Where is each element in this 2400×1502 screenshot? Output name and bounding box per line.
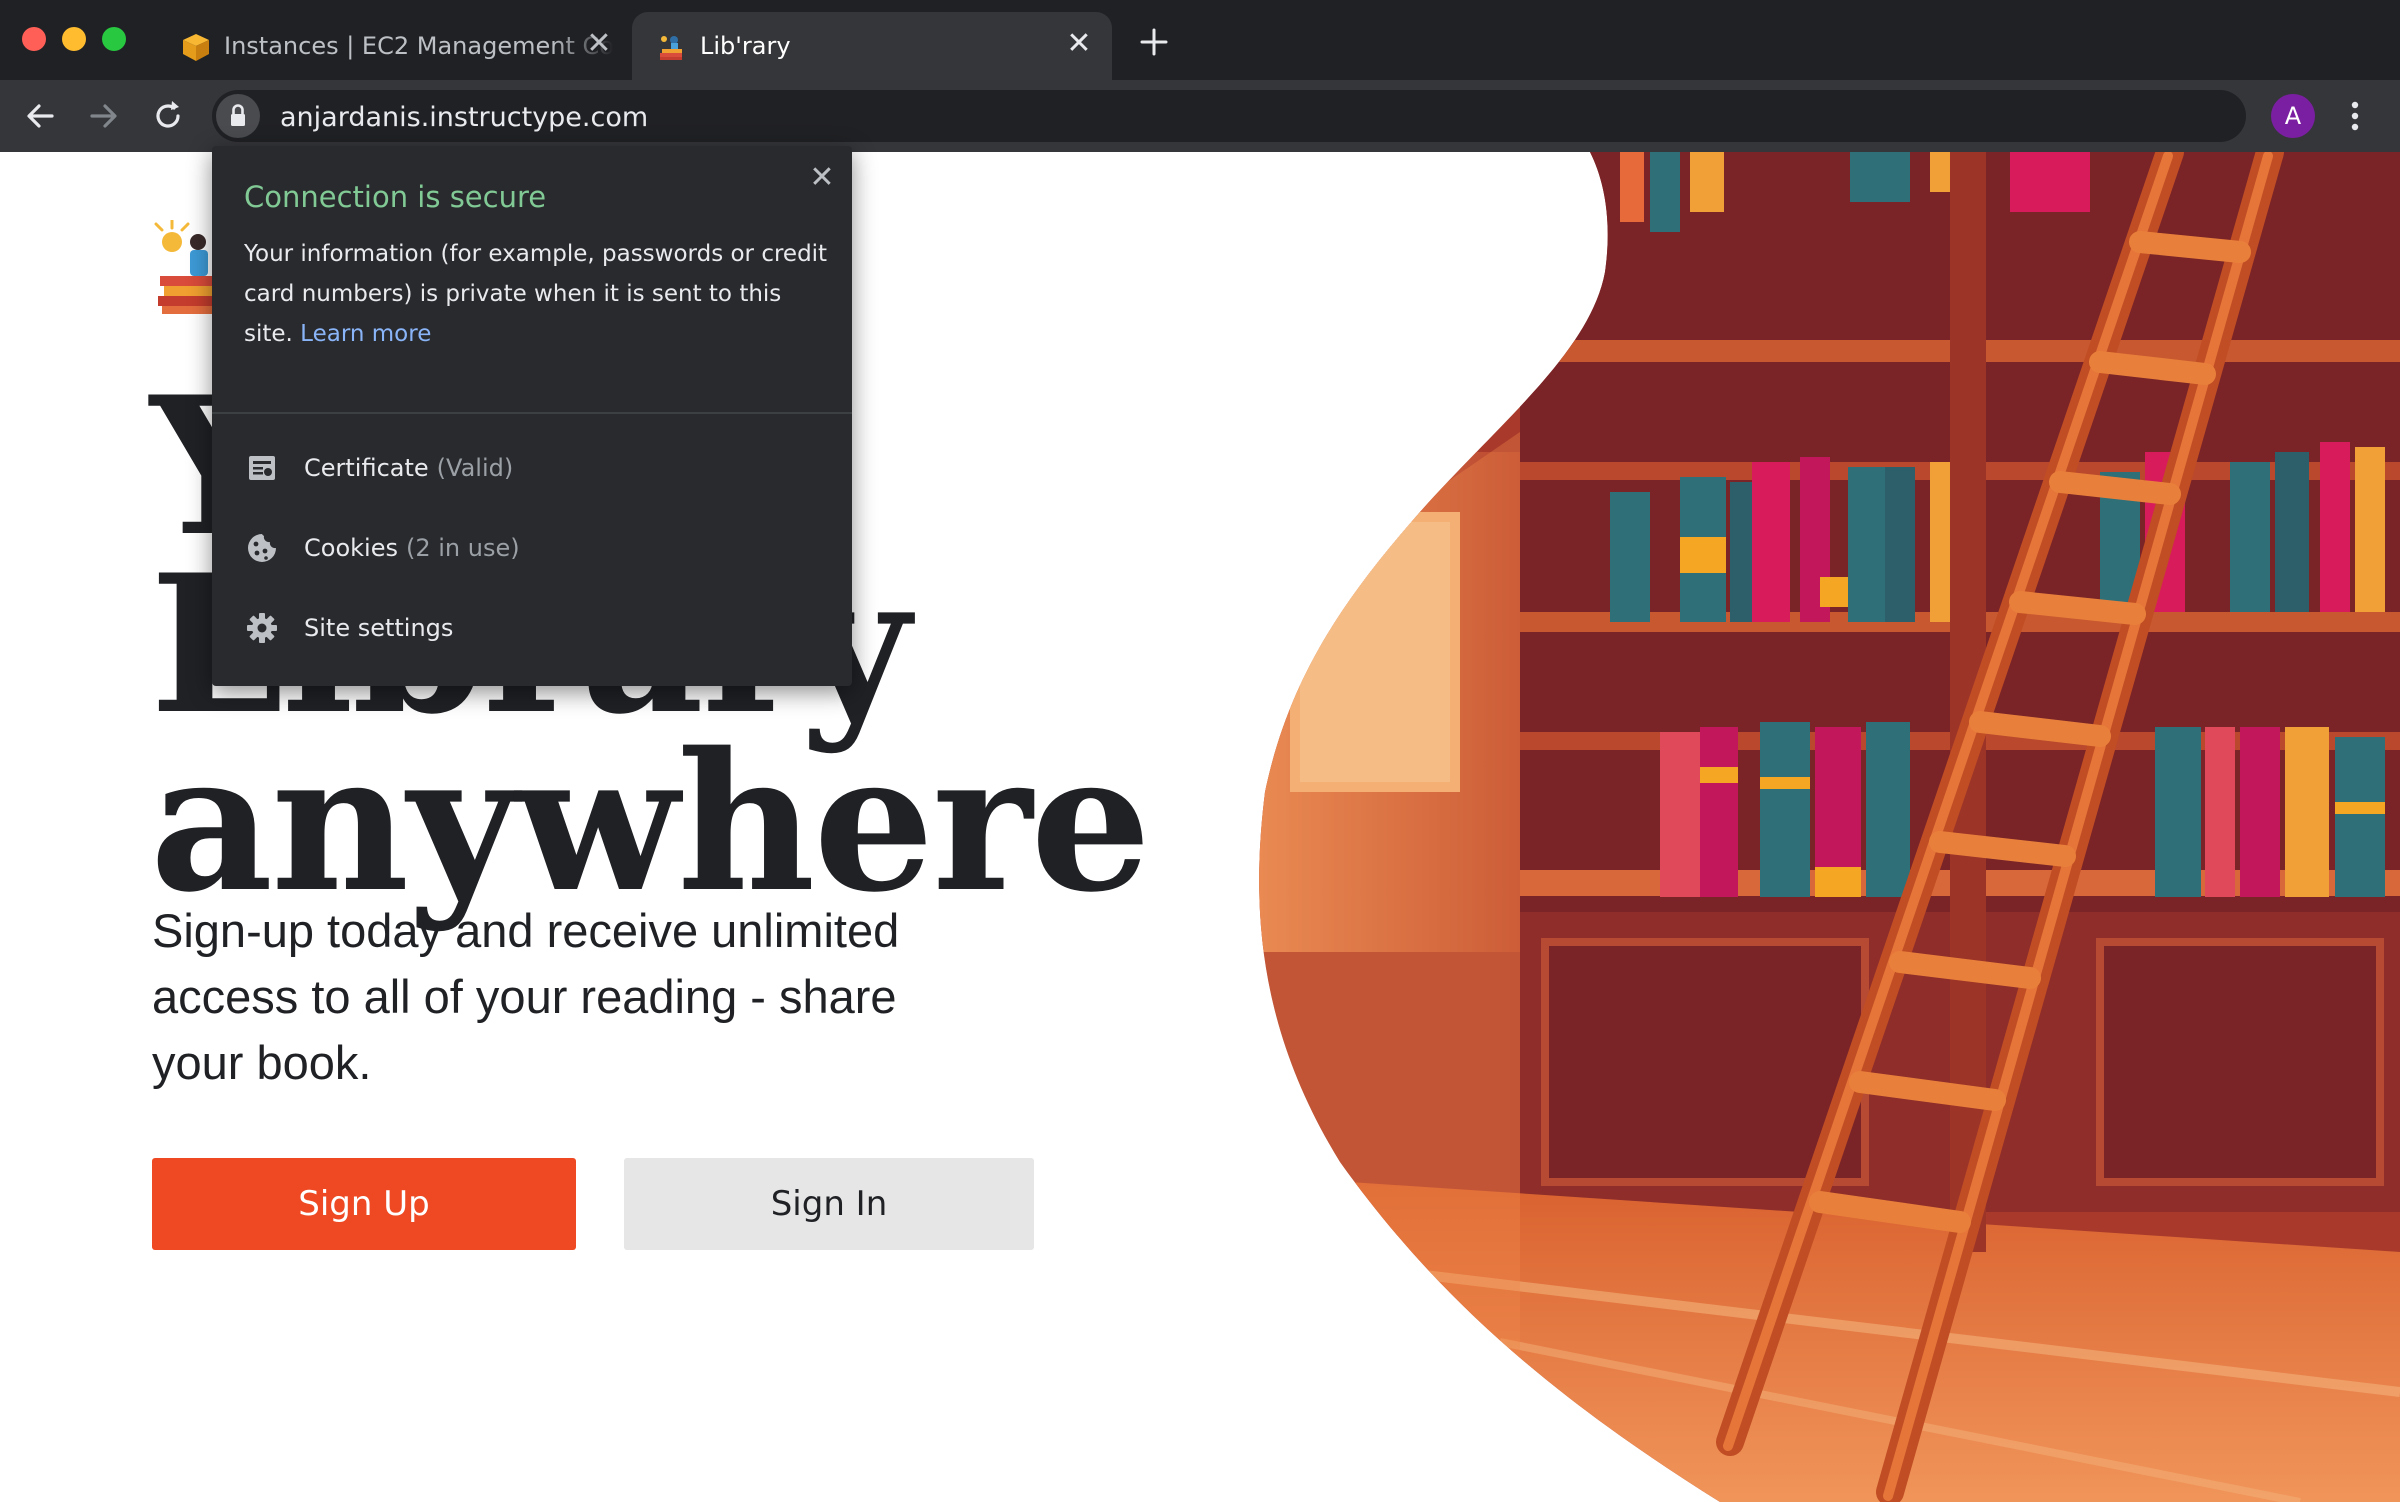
popup-divider (212, 412, 852, 414)
lock-icon (231, 104, 245, 126)
browser-toolbar: anjardanis.instructype.com A (0, 80, 2400, 152)
site-settings-row[interactable]: Site settings (244, 604, 824, 652)
window-zoom-button[interactable] (102, 27, 126, 51)
new-tab-plus-icon[interactable] (1136, 24, 1172, 60)
tab-label: Lib'rary (700, 32, 791, 60)
sign-in-button[interactable]: Sign In (624, 1158, 1034, 1250)
aws-box-icon (183, 34, 209, 61)
window-minimize-button[interactable] (62, 27, 86, 51)
close-tab-icon[interactable]: ✕ (582, 27, 616, 61)
hero-subtitle: Sign-up today and receive unlimited acce… (152, 904, 900, 1089)
cookie-icon (248, 534, 276, 562)
cookies-status: (2 in use) (405, 534, 520, 562)
tab-label: Instances | EC2 Management Console (224, 32, 614, 60)
certificate-row[interactable]: Certificate (Valid) (244, 444, 824, 492)
close-tab-icon[interactable]: ✕ (1062, 27, 1096, 61)
learn-more-link[interactable]: Learn more (300, 321, 431, 347)
sign-up-button[interactable]: Sign Up (152, 1158, 576, 1250)
url-text[interactable]: anjardanis.instructype.com (280, 102, 648, 133)
tab-library[interactable]: Lib'rary ✕ (632, 12, 1112, 80)
certificate-icon (249, 456, 275, 480)
tab-ec2-instances[interactable]: Instances | EC2 Management Console ✕ (156, 12, 628, 80)
reload-icon[interactable] (148, 96, 188, 136)
certificate-label: Certificate (304, 454, 429, 482)
connection-status-title: Connection is secure (244, 180, 547, 214)
certificate-status: (Valid) (436, 454, 514, 482)
close-popup-icon[interactable]: ✕ (802, 158, 842, 198)
site-settings-label: Site settings (304, 614, 454, 642)
profile-avatar[interactable]: A (2271, 94, 2315, 138)
back-arrow-icon[interactable] (20, 96, 60, 136)
site-info-button[interactable] (216, 94, 260, 138)
address-bar[interactable]: anjardanis.instructype.com (212, 90, 2246, 142)
cookies-row[interactable]: Cookies (2 in use) (244, 524, 824, 572)
cookies-label: Cookies (304, 534, 398, 562)
forward-arrow-icon[interactable] (84, 96, 124, 136)
hero-title-line-2: anywhere (150, 711, 1151, 934)
more-menu-icon[interactable] (2340, 96, 2370, 136)
window-close-button[interactable] (22, 27, 46, 51)
site-info-popup: ✕ Connection is secure Your information … (212, 146, 852, 686)
connection-description: Your information (for example, passwords… (244, 234, 834, 354)
gear-icon (247, 613, 277, 643)
library-logo-icon (660, 36, 682, 60)
tab-bar: Instances | EC2 Management Console ✕ Lib… (0, 0, 2400, 80)
